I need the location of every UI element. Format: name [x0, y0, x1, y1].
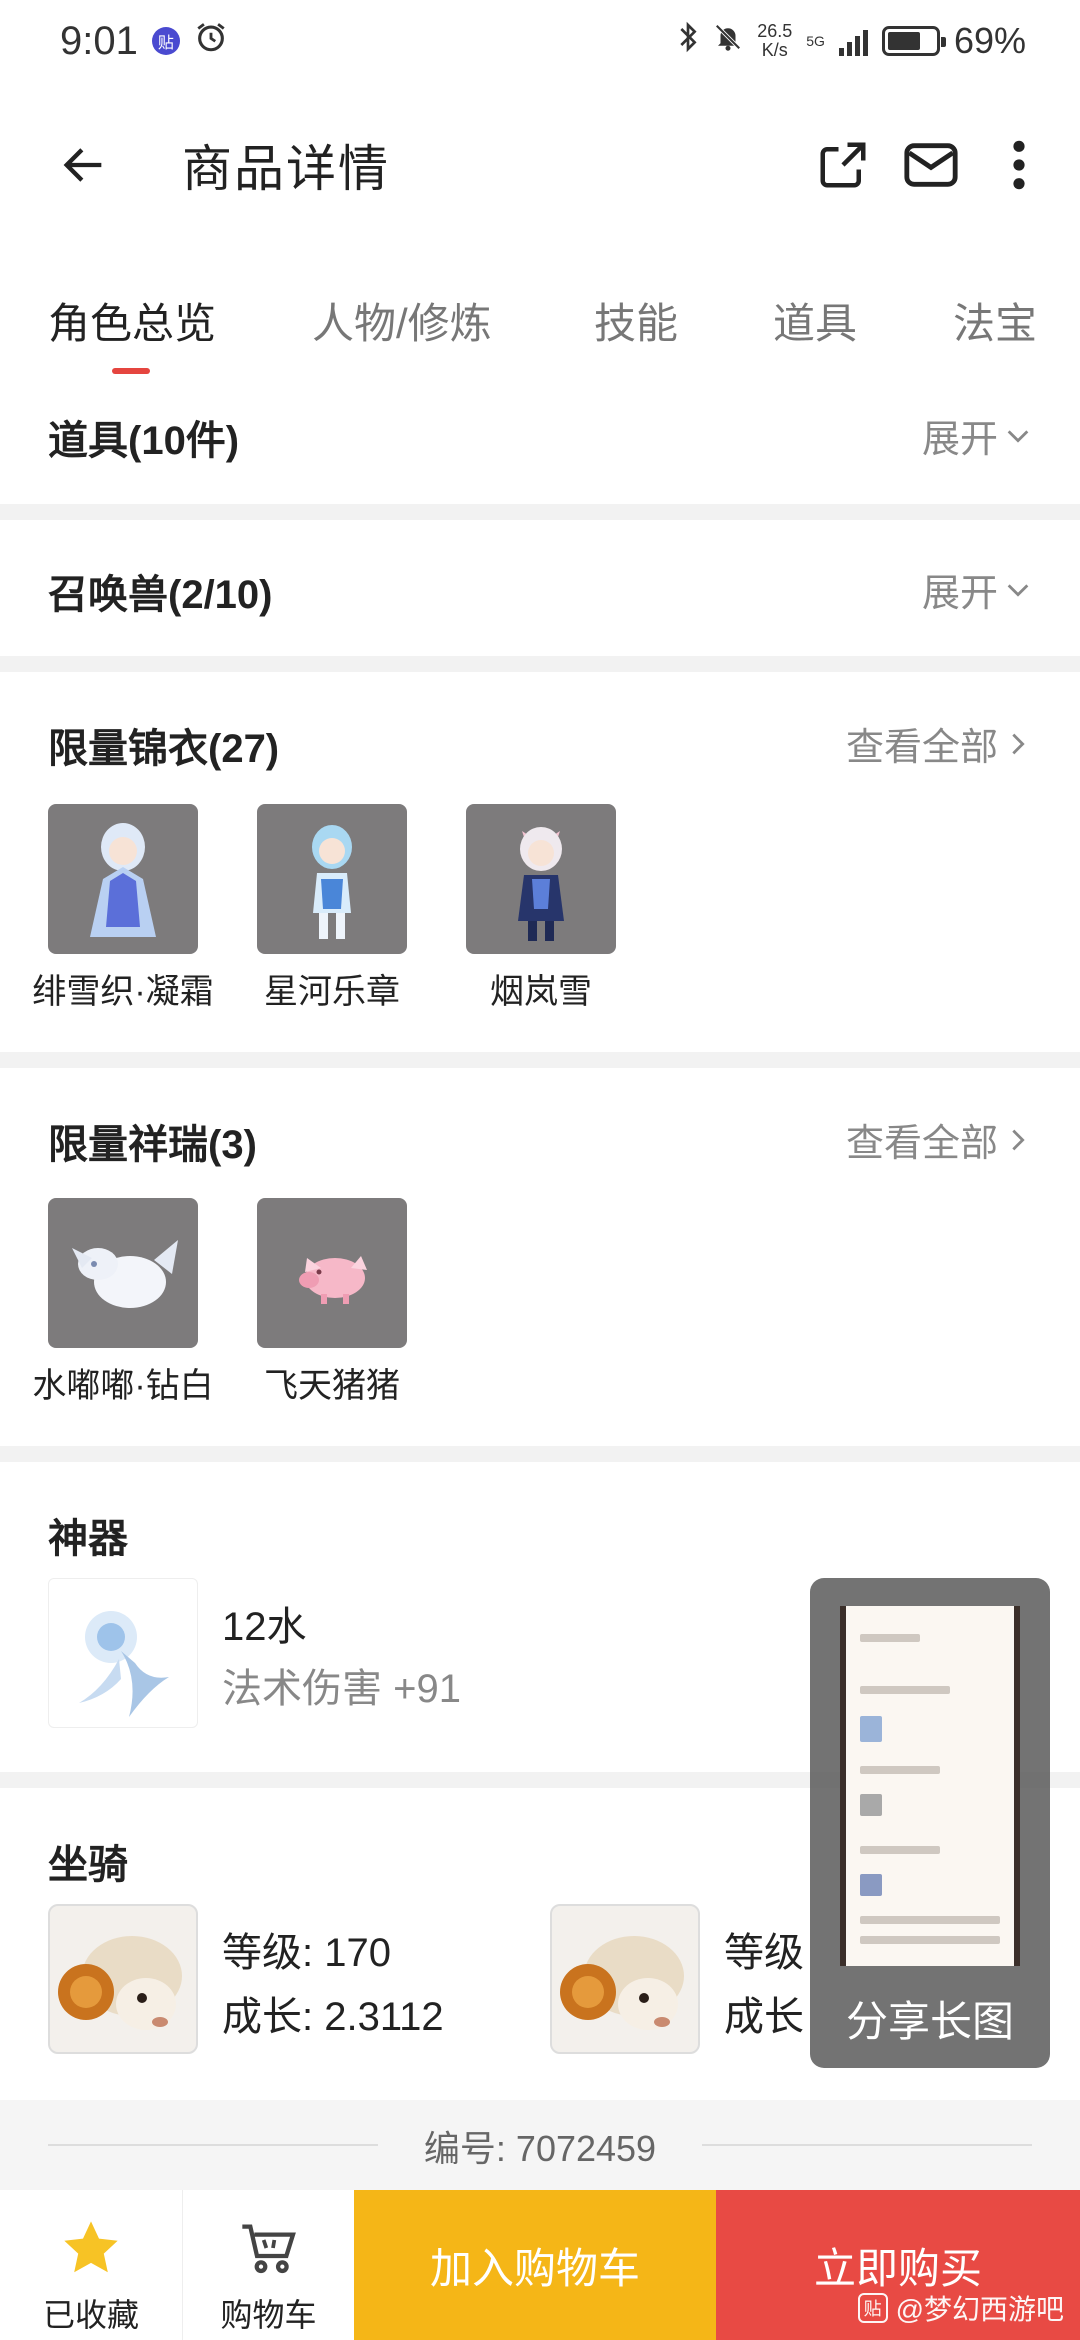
mount-growth-2: 成长: [724, 1995, 804, 2039]
share-button[interactable]: [812, 134, 874, 196]
back-button[interactable]: [44, 125, 124, 205]
sheep-mount-icon: [58, 1936, 182, 2030]
character-figure-icon: [90, 823, 156, 937]
mount-image-2[interactable]: [550, 1904, 700, 2054]
buy-now-button[interactable]: 立即购买 贴 @梦幻西游吧: [716, 2190, 1080, 2340]
outfit-name-2: 星河乐章: [264, 973, 400, 1011]
outfit-thumbnail-3[interactable]: [466, 804, 616, 954]
tab-skills[interactable]: 技能: [594, 290, 678, 351]
tab-role-overview[interactable]: 角色总览: [48, 290, 216, 351]
mount-level-1: 等级: 170: [222, 1931, 391, 1975]
auspicious-name-2: 飞天猪猪: [264, 1367, 400, 1405]
shopping-cart-icon: [241, 2224, 296, 2274]
pets-expand-button[interactable]: 展开: [922, 562, 1032, 617]
cart-button[interactable]: 购物车: [182, 2190, 354, 2340]
net-speed: 26.5 K/s: [757, 21, 793, 60]
active-tab-indicator: [112, 368, 150, 374]
character-figure-icon: [312, 825, 352, 939]
serial-strip: 编号: 7072459: [0, 2100, 1080, 2190]
chevron-right-icon: [1012, 1129, 1025, 1150]
pink-pig-icon: [299, 1256, 367, 1304]
bluetooth-icon: [677, 21, 699, 61]
tab-items[interactable]: 道具: [773, 290, 857, 351]
favorite-button[interactable]: 已收藏: [0, 2190, 182, 2340]
top-nav-bar: 商品详情: [0, 100, 1080, 230]
add-to-cart-button[interactable]: 加入购物车: [354, 2190, 716, 2340]
more-menu-button[interactable]: [988, 134, 1050, 196]
watermark: 贴 @梦幻西游吧: [857, 2288, 1064, 2328]
share-long-image-card[interactable]: 分享长图: [810, 1578, 1050, 2068]
outfit-thumbnail-1[interactable]: [48, 804, 198, 954]
chevron-down-icon: [1007, 583, 1029, 597]
auspicious-thumbnail-1[interactable]: [48, 1198, 198, 1348]
outfits-view-all-button[interactable]: 查看全部: [846, 716, 1032, 771]
message-button[interactable]: [900, 134, 962, 196]
page-title: 商品详情: [182, 141, 390, 197]
sheep-mount-icon: [560, 1936, 684, 2030]
more-vertical-icon: [1013, 140, 1025, 190]
pets-section-title: 召唤兽(2/10): [48, 573, 273, 617]
divider: [0, 1052, 1080, 1068]
mount-image-1[interactable]: [48, 1904, 198, 2054]
items-section-title: 道具(10件): [48, 419, 240, 463]
status-bar: 9:01 贴 26.5 K/s 5G 69%: [0, 0, 1080, 82]
bottom-action-bar: 已收藏 购物车 加入购物车 立即购买 贴 @梦幻西游吧: [0, 2190, 1080, 2340]
auspicious-section-title: 限量祥瑞(3): [48, 1123, 257, 1167]
tab-character-cultivation[interactable]: 人物/修炼: [312, 290, 492, 351]
share-long-image-label: 分享长图: [845, 1998, 1014, 2045]
mount-level-2: 等级: [724, 1931, 804, 1975]
share-external-icon: [820, 142, 866, 188]
back-arrow-icon: [63, 148, 102, 182]
signal-icon: [838, 26, 868, 56]
long-image-preview: [840, 1606, 1020, 1966]
water-artifact-icon: [79, 1611, 169, 1717]
star-icon: [64, 2221, 118, 2273]
character-figure-icon: [518, 827, 564, 941]
alarm-icon: [194, 20, 228, 63]
items-expand-button[interactable]: 展开: [922, 408, 1032, 463]
tieba-notification-icon: 贴: [151, 27, 180, 55]
chevron-right-icon: [1012, 733, 1025, 754]
buy-now-label: 立即购买: [813, 2244, 982, 2292]
artifact-image[interactable]: [48, 1578, 198, 1728]
battery-icon: [881, 26, 946, 56]
battery-percent: 69%: [953, 20, 1026, 61]
mounts-section-title: 坐骑: [48, 1843, 128, 1887]
divider: [0, 1446, 1080, 1462]
outfits-section-title: 限量锦衣(27): [48, 727, 280, 771]
divider: [0, 504, 1080, 520]
outfit-thumbnail-2[interactable]: [257, 804, 407, 954]
outfit-name-1: 绯雪织·凝霜: [32, 973, 214, 1011]
white-creature-icon: [72, 1240, 178, 1308]
artifact-name: 12水: [222, 1605, 307, 1649]
serial-number: 编号: 7072459: [423, 2128, 657, 2169]
outfit-name-3: 烟岚雪: [490, 973, 592, 1011]
auspicious-view-all-button[interactable]: 查看全部: [846, 1112, 1032, 1167]
mount-growth-1: 成长: 2.3112: [222, 1995, 444, 2039]
mail-icon: [904, 143, 958, 187]
watermark-text: @梦幻西游吧: [895, 2294, 1064, 2325]
status-time: 9:01: [60, 18, 138, 63]
network-type: 5G: [806, 32, 825, 49]
artifact-stat: 法术伤害 +91: [222, 1667, 461, 1711]
tieba-logo-icon: 贴: [857, 2293, 888, 2323]
tab-bar: 角色总览 人物/修炼 技能 道具 法宝: [0, 270, 1080, 380]
divider: [0, 656, 1080, 672]
mute-bell-icon: [713, 21, 743, 61]
tab-treasures[interactable]: 法宝: [953, 290, 1037, 351]
auspicious-name-1: 水嘟嘟·钻白: [32, 1367, 214, 1405]
auspicious-thumbnail-2[interactable]: [257, 1198, 407, 1348]
artifact-section-title: 神器: [48, 1517, 128, 1561]
chevron-down-icon: [1007, 429, 1029, 443]
